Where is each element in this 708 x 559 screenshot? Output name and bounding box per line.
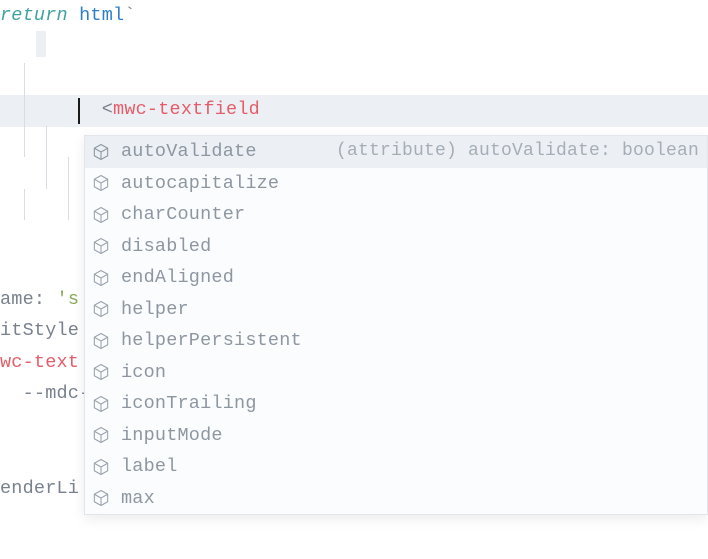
code-editor[interactable]: return html` <mwc-textfield ?outlined=${…: [0, 0, 708, 504]
template-backtick: `: [124, 5, 135, 26]
autocomplete-label: autoValidate: [121, 136, 257, 167]
autocomplete-label: iconTrailing: [121, 388, 257, 419]
partial-text: enderLi: [0, 478, 79, 499]
autocomplete-item[interactable]: disabled: [85, 231, 707, 263]
string-literal: 's: [45, 289, 79, 310]
autocomplete-item[interactable]: helper: [85, 294, 707, 326]
partial-text: itStyle: [0, 320, 79, 341]
autocomplete-label: disabled: [121, 231, 211, 262]
code-line[interactable]: return html`: [0, 0, 708, 32]
field-icon: [91, 425, 111, 445]
partial-text: ame:: [0, 289, 45, 310]
field-icon: [91, 268, 111, 288]
field-icon: [91, 488, 111, 508]
autocomplete-item[interactable]: endAligned: [85, 262, 707, 294]
code-line[interactable]: ?outlined=${true}: [0, 63, 708, 95]
autocomplete-item[interactable]: autocapitalize: [85, 168, 707, 200]
autocomplete-item[interactable]: max: [85, 483, 707, 515]
partial-text: wc-text: [0, 352, 79, 373]
code-line-active[interactable]: [0, 95, 708, 127]
autocomplete-item[interactable]: icon: [85, 357, 707, 389]
autocomplete-item[interactable]: charCounter: [85, 199, 707, 231]
autocomplete-label: autocapitalize: [121, 168, 279, 199]
field-icon: [91, 299, 111, 319]
field-icon: [91, 236, 111, 256]
autocomplete-label: max: [121, 483, 155, 514]
field-icon: [91, 173, 111, 193]
autocomplete-item[interactable]: iconTrailing: [85, 388, 707, 420]
autocomplete-popup[interactable]: autoValidate (attribute) autoValidate: b…: [84, 135, 708, 515]
autocomplete-item[interactable]: label: [85, 451, 707, 483]
autocomplete-item-selected[interactable]: autoValidate (attribute) autoValidate: b…: [85, 136, 707, 168]
keyword-return: return: [0, 5, 68, 26]
autocomplete-label: inputMode: [121, 420, 223, 451]
autocomplete-label: endAligned: [121, 262, 234, 293]
autocomplete-label: helperPersistent: [121, 325, 302, 356]
autocomplete-item[interactable]: helperPersistent: [85, 325, 707, 357]
field-icon: [91, 362, 111, 382]
autocomplete-signature-hint: (attribute) autoValidate: boolean: [312, 136, 699, 167]
autocomplete-label: label: [121, 451, 178, 482]
autocomplete-label: helper: [121, 294, 189, 325]
tag-function-html: html: [79, 5, 124, 26]
field-icon: [91, 142, 111, 162]
field-icon: [91, 331, 111, 351]
field-icon: [91, 457, 111, 477]
autocomplete-label: charCounter: [121, 199, 245, 230]
autocomplete-item[interactable]: inputMode: [85, 420, 707, 452]
partial-text: --mdc-: [0, 383, 90, 404]
text-cursor: [78, 98, 80, 124]
code-line[interactable]: <mwc-textfield: [0, 32, 708, 64]
autocomplete-label: icon: [121, 357, 166, 388]
field-icon: [91, 205, 111, 225]
field-icon: [91, 394, 111, 414]
